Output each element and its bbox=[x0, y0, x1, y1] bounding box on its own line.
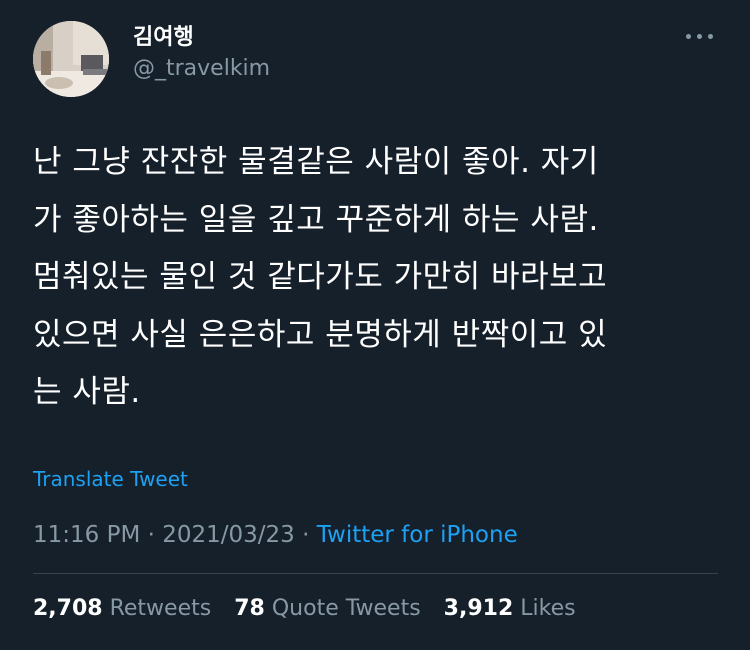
user-handle[interactable]: @_travelkim bbox=[133, 55, 270, 83]
likes-label: Likes bbox=[520, 596, 576, 621]
tweet-date[interactable]: 2021/03/23 bbox=[162, 522, 295, 548]
divider bbox=[33, 573, 718, 574]
translate-tweet-link[interactable]: Translate Tweet bbox=[33, 466, 188, 492]
tweet-detail: 김여행 @_travelkim 난 그냥 잔잔한 물결같은 사람이 좋아. 자기… bbox=[0, 0, 750, 650]
tweet-source-link[interactable]: Twitter for iPhone bbox=[317, 522, 518, 548]
avatar[interactable] bbox=[33, 21, 109, 97]
meta-separator: · bbox=[140, 522, 163, 548]
tweet-metadata: 11:16 PM · 2021/03/23 · Twitter for iPho… bbox=[33, 520, 518, 550]
likes-count: 3,912 bbox=[443, 596, 514, 621]
tweet-time[interactable]: 11:16 PM bbox=[33, 522, 140, 548]
meta-separator: · bbox=[294, 522, 317, 548]
likes-stat[interactable]: 3,912 Likes bbox=[444, 596, 576, 621]
quote-tweets-stat[interactable]: 78 Quote Tweets bbox=[234, 596, 420, 621]
more-horizontal-icon[interactable] bbox=[683, 28, 715, 44]
avatar-photo-icon bbox=[33, 21, 109, 97]
quote-tweets-label: Quote Tweets bbox=[271, 596, 421, 621]
retweets-label: Retweets bbox=[109, 596, 212, 621]
retweets-stat[interactable]: 2,708 Retweets bbox=[33, 596, 211, 621]
retweets-count: 2,708 bbox=[33, 596, 103, 621]
display-name[interactable]: 김여행 bbox=[133, 24, 194, 52]
quote-tweets-count: 78 bbox=[234, 596, 265, 621]
engagement-stats: 2,708 Retweets 78 Quote Tweets 3,912 Lik… bbox=[33, 594, 592, 624]
tweet-text: 난 그냥 잔잔한 물결같은 사람이 좋아. 자기 가 좋아하는 일을 깊고 꾸준… bbox=[33, 144, 608, 410]
